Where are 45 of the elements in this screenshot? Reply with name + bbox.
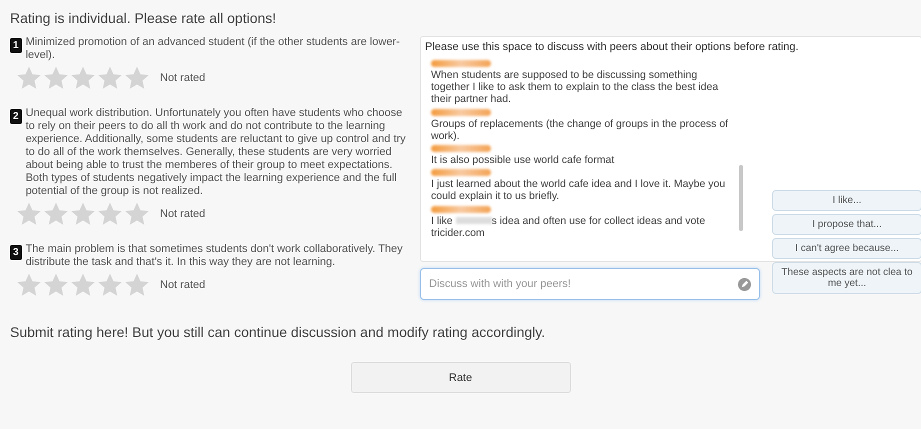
- star-icon[interactable]: [43, 65, 69, 91]
- phrase-button[interactable]: I like...: [772, 190, 921, 211]
- message-text: It is also possible use world cafe format: [431, 154, 614, 166]
- star-icon[interactable]: [70, 201, 96, 227]
- star-icon[interactable]: [124, 65, 150, 91]
- blurred-name: [431, 145, 491, 152]
- message-text: Groups of replacements (the change of groups in the process of work).: [431, 118, 730, 142]
- pencil-icon: [738, 278, 751, 291]
- star-icon[interactable]: [124, 272, 150, 298]
- star-icon[interactable]: [97, 272, 123, 298]
- discussion-instructions: Please use this space to discuss with peers about their options before rating.: [425, 41, 800, 53]
- phrase-button[interactable]: I propose that...: [772, 214, 921, 235]
- star-icon[interactable]: [43, 272, 69, 298]
- message-text: I just learned about the world cafe idea and I love it. Maybe you could explain it to us briefly.: [431, 178, 726, 203]
- star-icon[interactable]: [16, 272, 42, 298]
- rate-button[interactable]: Rate: [350, 362, 570, 393]
- blurred-name: [431, 60, 491, 67]
- blurred-name: [431, 108, 491, 116]
- option-text: Minimized promotion of an advanced student (if the other students are lower-level).: [26, 36, 401, 62]
- blurred-name: [431, 169, 491, 176]
- rating-status: Not rated: [160, 208, 206, 220]
- rating-status: Not rated: [160, 72, 206, 84]
- phrase-button[interactable]: These aspects are not clea to me yet...: [772, 262, 921, 294]
- number-badge: 1: [10, 38, 22, 53]
- message-text: I like s idea and often use for collect ideas and vote tricider.com: [431, 214, 706, 240]
- option-text: The main problem is that sometimes students don't work collaboratively. They distribute the task and that's it. In this way they are not learning.: [26, 243, 404, 269]
- number-badge: 3: [10, 245, 22, 260]
- star-icon[interactable]: [97, 201, 123, 227]
- page-heading: Rating is individual. Please rate all options!: [10, 10, 278, 26]
- star-icon[interactable]: [97, 65, 123, 91]
- rating-status: Not rated: [160, 279, 206, 291]
- phrase-button[interactable]: I can't agree because...: [772, 238, 921, 259]
- option-text: Unequal work distribution. Unfortunately you often have students who choose to rely on their peers to do all th work and do not contribute to the learning experience. Additionally, some students are reluctant to give up control and try to do all of the work themselves. Generally, these students are very worried about being able to trust the memberes of their group to meet expectations. Both types of students negatively impact the learning experience and the full potential of the group is not realized.: [26, 107, 407, 198]
- star-icon[interactable]: [70, 65, 96, 91]
- star-icon[interactable]: [43, 201, 69, 227]
- star-icon[interactable]: [124, 201, 150, 227]
- star-icon[interactable]: [16, 201, 42, 227]
- message-input[interactable]: Discuss with with your peers!: [420, 268, 760, 300]
- star-icon[interactable]: [70, 272, 96, 298]
- number-badge: 2: [10, 109, 22, 124]
- star-icon[interactable]: [16, 65, 42, 91]
- scrollbar[interactable]: [739, 165, 743, 231]
- message-text: When students are supposed to be discussing something together I like to ask them to explain to the class the best idea their partner had.: [431, 69, 720, 106]
- blurred-name: [431, 206, 491, 213]
- submit-note: Submit rating here! But you still can continue discussion and modify rating accordingly.: [10, 324, 546, 340]
